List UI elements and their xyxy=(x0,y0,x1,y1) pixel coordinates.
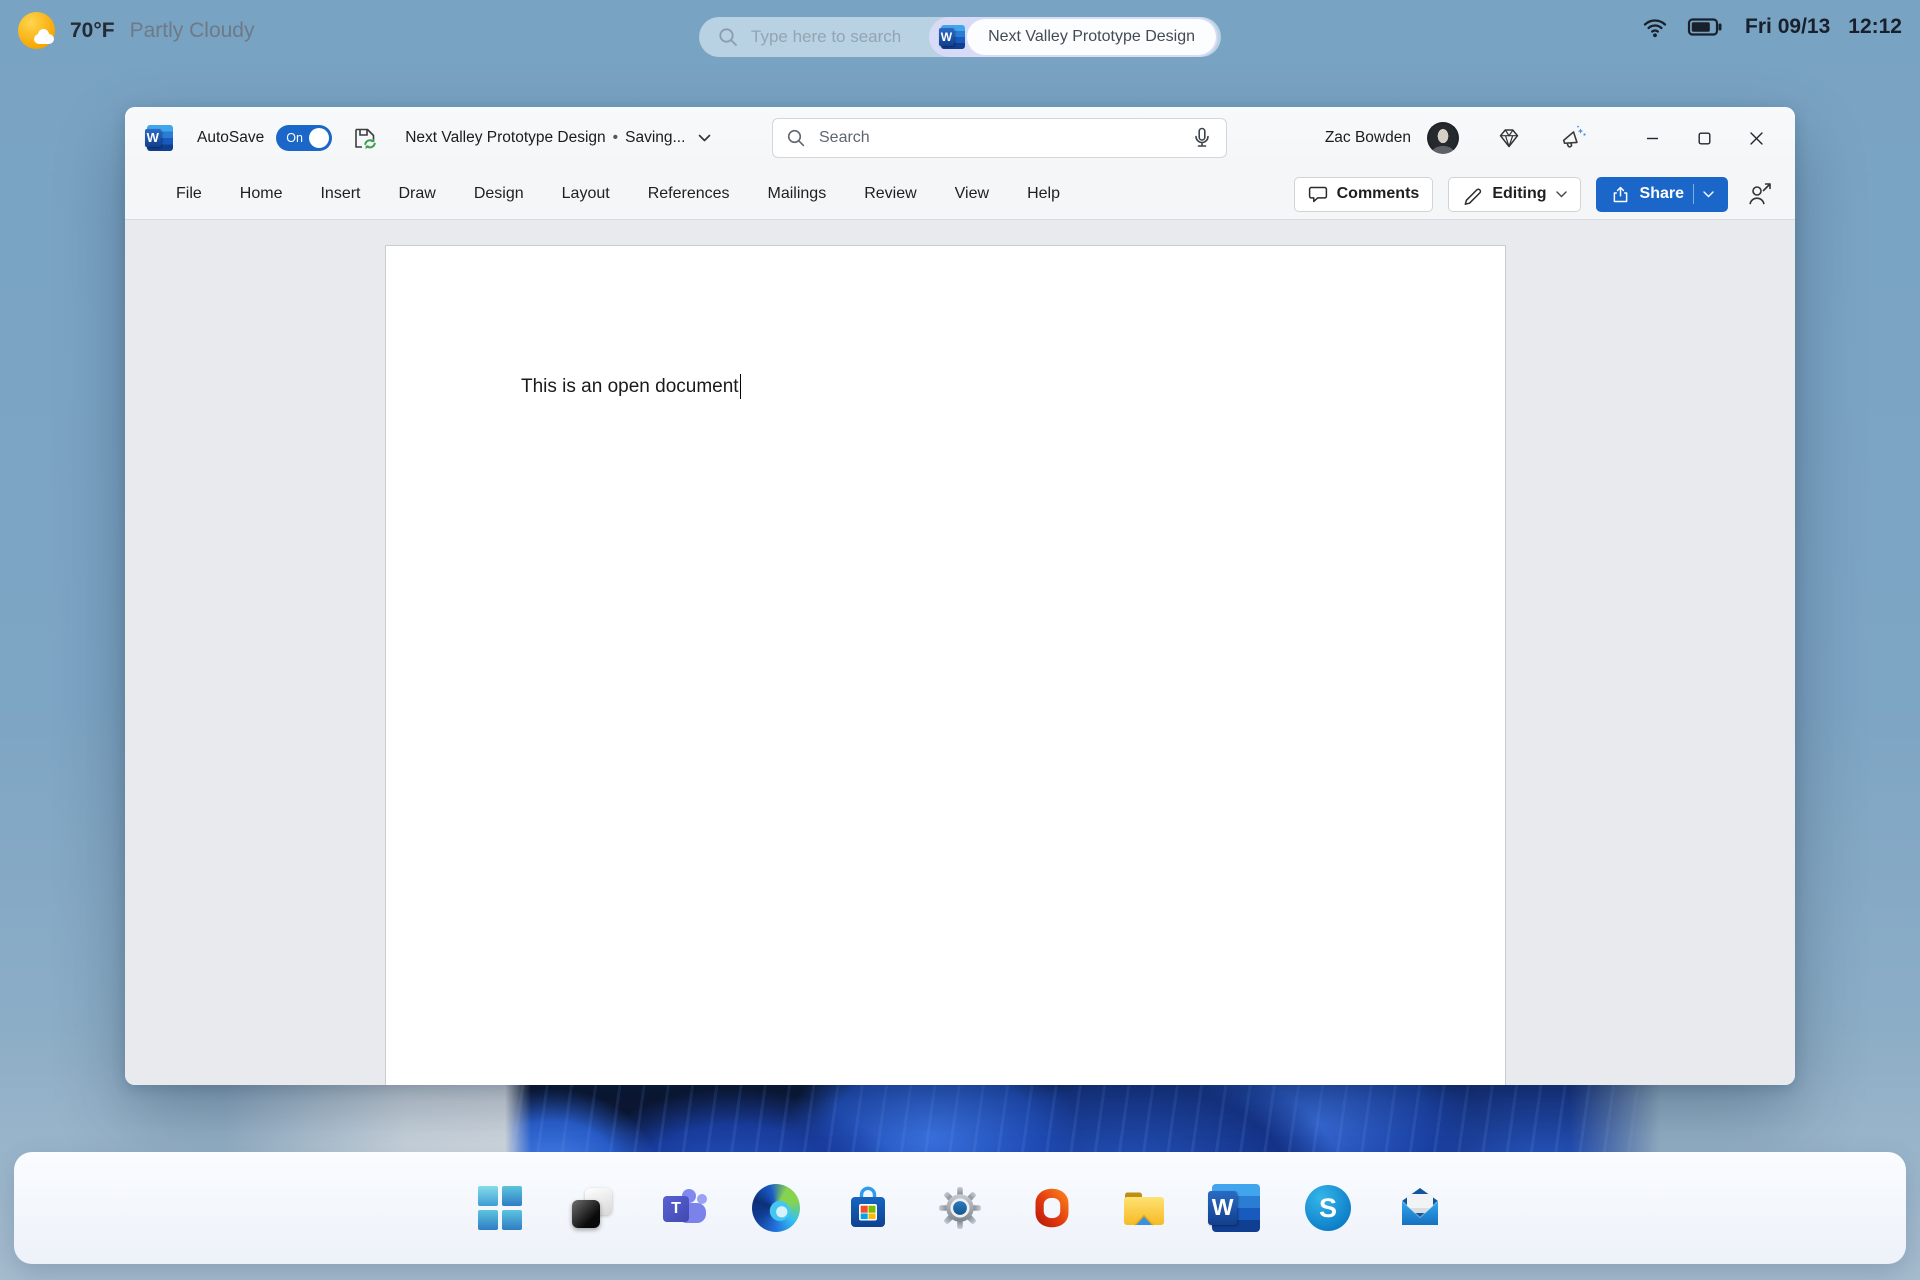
taskbar-settings[interactable] xyxy=(936,1184,984,1232)
document-title: Next Valley Prototype Design xyxy=(405,129,606,146)
partly-cloudy-icon xyxy=(18,12,55,49)
tab-home[interactable]: Home xyxy=(221,185,302,203)
catch-up-person-icon[interactable] xyxy=(1747,181,1773,207)
dictate-mic-icon[interactable] xyxy=(1191,126,1213,150)
tray-date: Fri 09/13 xyxy=(1745,15,1831,38)
word-search-box[interactable]: Search xyxy=(772,118,1227,158)
office-icon xyxy=(1035,1188,1069,1228)
tab-layout[interactable]: Layout xyxy=(543,185,629,203)
document-text: This is an open document xyxy=(521,375,739,397)
mail-icon xyxy=(1401,1188,1439,1225)
save-sync-button[interactable] xyxy=(352,125,379,152)
windows-start-icon xyxy=(478,1186,522,1230)
search-icon xyxy=(787,129,805,147)
word-icon: W xyxy=(1208,1184,1260,1232)
account-name[interactable]: Zac Bowden xyxy=(1325,129,1411,147)
comments-label: Comments xyxy=(1336,185,1420,202)
minimize-button[interactable] xyxy=(1635,123,1669,153)
tab-insert[interactable]: Insert xyxy=(301,185,379,203)
autosave-state: On xyxy=(286,131,303,145)
search-icon xyxy=(719,28,737,46)
chevron-down-icon xyxy=(1555,190,1567,197)
ribbon-tabs: File Home Insert Draw Design Layout Refe… xyxy=(157,185,1079,203)
tray-clock: 12:12 xyxy=(1848,15,1902,38)
skype-icon: S xyxy=(1305,1185,1351,1231)
tab-design[interactable]: Design xyxy=(455,185,543,203)
tab-help[interactable]: Help xyxy=(1008,185,1079,203)
share-button[interactable]: Share xyxy=(1595,176,1728,212)
taskbar-skype[interactable]: S xyxy=(1304,1184,1352,1232)
weather-condition: Partly Cloudy xyxy=(129,18,255,42)
premium-diamond-icon[interactable] xyxy=(1497,126,1521,150)
desktop-topbar: 70°F Partly Cloudy Type here to search W… xyxy=(0,0,1920,64)
taskbar-office[interactable] xyxy=(1028,1184,1076,1232)
window-controls xyxy=(1617,123,1773,153)
tab-draw[interactable]: Draw xyxy=(379,185,454,203)
share-icon xyxy=(1613,186,1627,202)
edge-icon xyxy=(752,1184,800,1232)
chevron-down-icon xyxy=(698,134,711,142)
maximize-button[interactable] xyxy=(1687,123,1721,153)
settings-gear-icon xyxy=(939,1187,981,1229)
text-cursor xyxy=(739,374,742,399)
pencil-icon xyxy=(1464,188,1482,205)
chevron-down-icon xyxy=(1703,190,1714,197)
desktop-search-bar[interactable]: Type here to search W Next Valley Protot… xyxy=(699,17,1221,57)
weather-widget[interactable]: 70°F Partly Cloudy xyxy=(18,12,254,49)
task-view-icon xyxy=(570,1186,614,1230)
word-window: W AutoSave On Next Valley Prototype Desi… xyxy=(125,107,1795,1085)
taskbar-start-button[interactable] xyxy=(476,1184,524,1232)
taskbar-file-explorer[interactable] xyxy=(1120,1184,1168,1232)
share-divider xyxy=(1693,184,1694,204)
word-logo-icon: W xyxy=(144,125,173,151)
toggle-knob xyxy=(309,128,330,148)
whats-new-megaphone-icon[interactable] xyxy=(1559,124,1587,152)
close-button[interactable] xyxy=(1739,123,1773,153)
word-app-icon: W xyxy=(939,25,966,49)
wifi-icon xyxy=(1643,19,1667,38)
file-explorer-icon xyxy=(1124,1192,1164,1226)
taskbar-teams[interactable]: T xyxy=(660,1184,708,1232)
battery-icon xyxy=(1687,18,1722,36)
ribbon-actions: Comments Editing Share xyxy=(1293,176,1773,212)
taskbar-edge[interactable] xyxy=(752,1184,800,1232)
desktop-search-placeholder: Type here to search xyxy=(751,27,902,46)
comment-bubble-icon xyxy=(1308,186,1327,203)
tab-file[interactable]: File xyxy=(157,185,221,203)
desktop: 70°F Partly Cloudy Type here to search W… xyxy=(0,0,1920,1280)
comments-button[interactable]: Comments xyxy=(1293,176,1434,212)
weather-temperature: 70°F xyxy=(70,18,115,42)
running-app-label: Next Valley Prototype Design xyxy=(967,19,1216,55)
taskbar-task-view[interactable] xyxy=(568,1184,616,1232)
tab-mailings[interactable]: Mailings xyxy=(749,185,846,203)
word-titlebar: W AutoSave On Next Valley Prototype Desi… xyxy=(125,107,1795,169)
ribbon-tab-row: File Home Insert Draw Design Layout Refe… xyxy=(125,169,1795,219)
tab-review[interactable]: Review xyxy=(845,185,935,203)
taskbar-mail[interactable] xyxy=(1396,1184,1444,1232)
running-app-chip[interactable]: W Next Valley Prototype Design xyxy=(929,17,1218,57)
share-label: Share xyxy=(1639,185,1684,202)
document-canvas: This is an open document xyxy=(125,220,1795,1085)
document-status: Saving... xyxy=(625,129,686,146)
word-search-placeholder: Search xyxy=(819,129,870,146)
document-title-dropdown[interactable]: Next Valley Prototype Design • Saving... xyxy=(405,129,711,147)
editing-label: Editing xyxy=(1492,185,1547,202)
autosave-toggle[interactable]: On xyxy=(276,125,333,151)
microsoft-store-icon xyxy=(851,1186,885,1227)
title-separator: • xyxy=(612,129,619,146)
account-avatar[interactable] xyxy=(1427,122,1459,154)
system-tray[interactable]: Fri 09/13 12:12 xyxy=(1641,14,1902,40)
taskbar-microsoft-store[interactable] xyxy=(844,1184,892,1232)
taskbar: T W S xyxy=(14,1152,1906,1264)
titlebar-right: Zac Bowden xyxy=(1325,122,1773,154)
document-text-line: This is an open document xyxy=(521,374,742,399)
teams-icon: T xyxy=(660,1184,708,1232)
document-page[interactable]: This is an open document xyxy=(385,245,1506,1085)
tab-references[interactable]: References xyxy=(629,185,749,203)
editing-mode-dropdown[interactable]: Editing xyxy=(1448,176,1581,212)
tab-view[interactable]: View xyxy=(936,185,1008,203)
taskbar-word[interactable]: W xyxy=(1208,1184,1260,1232)
autosave-label: AutoSave xyxy=(197,129,265,146)
